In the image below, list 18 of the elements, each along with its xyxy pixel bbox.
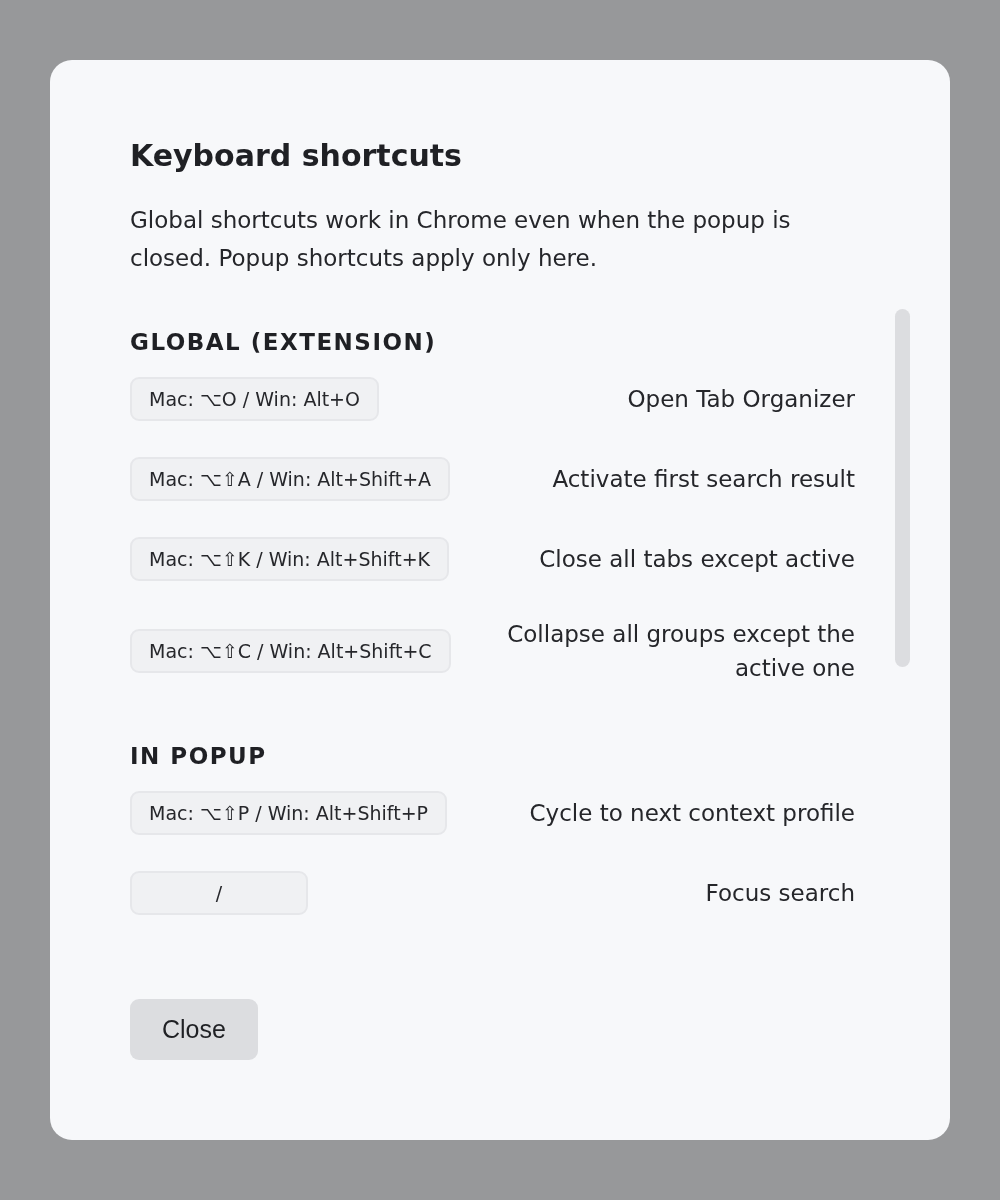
shortcut-action: Activate first search result <box>552 465 855 494</box>
close-button[interactable]: Close <box>130 999 258 1060</box>
shortcut-keys: Mac: ⌥⇧C / Win: Alt+Shift+C <box>130 629 451 673</box>
shortcut-action: Cycle to next context profile <box>529 799 855 828</box>
scrollbar[interactable] <box>895 309 910 667</box>
dialog-title: Keyboard shortcuts <box>130 138 463 173</box>
shortcut-action: Open Tab Organizer <box>627 385 855 414</box>
shortcut-action: Focus search <box>705 879 855 908</box>
shortcut-keys: Mac: ⌥⇧A / Win: Alt+Shift+A <box>130 457 451 501</box>
shortcut-keys: / <box>130 871 308 915</box>
section-heading: IN POPUP <box>130 743 268 769</box>
shortcut-keys: Mac: ⌥O / Win: Alt+O <box>130 377 379 421</box>
shortcut-keys: Mac: ⌥⇧P / Win: Alt+Shift+P <box>130 791 448 835</box>
section-heading: GLOBAL (EXTENSION) <box>130 329 438 355</box>
shortcut-action: Collapse all groups except the active one <box>506 620 855 683</box>
shortcut-keys: Mac: ⌥⇧K / Win: Alt+Shift+K <box>130 537 450 581</box>
shortcut-action: Close all tabs except active <box>539 545 855 574</box>
dialog-description: Global shortcuts work in Chrome even when the popup is closed. Popup shortcuts apply only here. <box>130 206 792 273</box>
